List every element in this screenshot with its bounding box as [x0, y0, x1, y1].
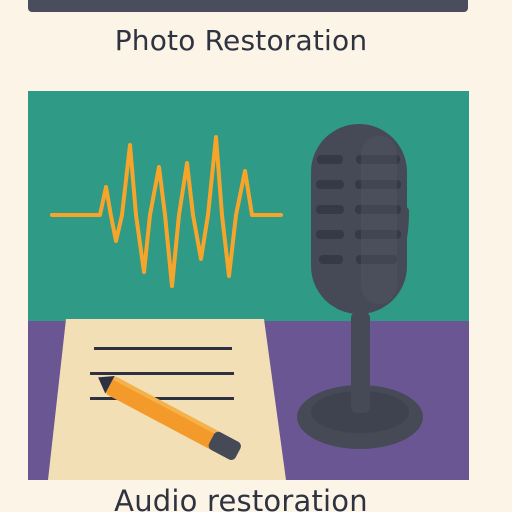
paper-sheet-icon — [48, 319, 286, 480]
previous-card-image — [28, 0, 468, 12]
photo-restoration-title: Photo Restoration — [114, 24, 368, 57]
audio-restoration-illustration — [28, 91, 469, 480]
audio-restoration-title: Audio restoration — [114, 484, 368, 512]
